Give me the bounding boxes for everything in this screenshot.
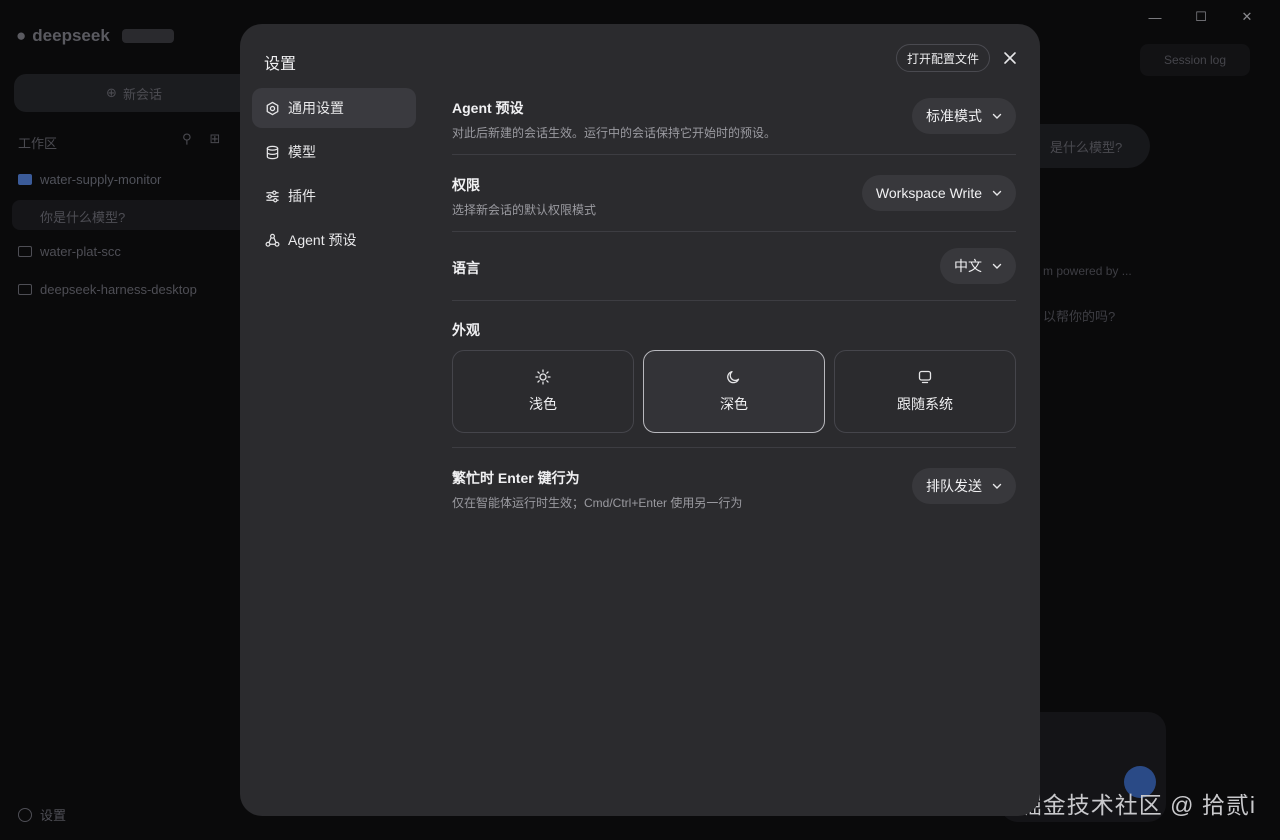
chevron-down-icon bbox=[992, 188, 1002, 198]
close-icon[interactable] bbox=[1000, 48, 1020, 68]
busy-enter-dropdown[interactable]: 排队发送 bbox=[912, 468, 1016, 504]
session-log-button[interactable]: Session log bbox=[1140, 44, 1250, 76]
workspace-item[interactable]: deepseek-harness-desktop bbox=[18, 282, 197, 297]
background-sidebar: ● deepseek ⊕ 新会话 工作区 ⚲ ⊞ water-supply-mo… bbox=[0, 0, 254, 840]
theme-option-system[interactable]: 跟随系统 bbox=[834, 350, 1016, 433]
plus-icon: ⊕ bbox=[106, 85, 117, 100]
sidebar-settings-button[interactable]: 设置 bbox=[18, 805, 66, 824]
setting-agent-preset: Agent 预设 对此后新建的会话生效。运行中的会话保持它开始时的预设。 标准模… bbox=[452, 88, 1016, 155]
maximize-icon[interactable]: ☐ bbox=[1178, 6, 1224, 28]
settings-modal: 设置 打开配置文件 通用设置 模型 插件 Agent 预设 Agent 预设 对… bbox=[240, 24, 1040, 816]
theme-options: 浅色 深色 跟随系统 bbox=[452, 350, 1016, 433]
agent-preset-dropdown[interactable]: 标准模式 bbox=[912, 98, 1016, 134]
settings-content: Agent 预设 对此后新建的会话生效。运行中的会话保持它开始时的预设。 标准模… bbox=[452, 88, 1016, 528]
nav-item-agent-preset[interactable]: Agent 预设 bbox=[252, 220, 416, 260]
chevron-down-icon bbox=[992, 111, 1002, 121]
folder-icon bbox=[18, 246, 32, 257]
nav-item-plugins[interactable]: 插件 bbox=[252, 176, 416, 216]
gear-icon bbox=[264, 100, 280, 116]
open-config-button[interactable]: 打开配置文件 bbox=[896, 44, 991, 72]
workspace-section-label: 工作区 bbox=[18, 136, 58, 151]
nav-item-model[interactable]: 模型 bbox=[252, 132, 416, 172]
permission-dropdown[interactable]: Workspace Write bbox=[861, 175, 1016, 211]
folder-icon bbox=[18, 174, 32, 185]
thread-item[interactable]: 你是什么模型? bbox=[12, 200, 248, 230]
add-folder-icon[interactable]: ⊞ bbox=[210, 131, 221, 147]
workspace-item[interactable]: water-plat-scc bbox=[18, 244, 121, 259]
settings-nav: 通用设置 模型 插件 Agent 预设 bbox=[252, 88, 416, 264]
sun-icon bbox=[535, 369, 551, 388]
setting-language: 语言 中文 bbox=[452, 232, 1016, 301]
close-window-icon[interactable]: ✕ bbox=[1224, 6, 1270, 28]
chevron-down-icon bbox=[992, 261, 1002, 271]
settings-icon bbox=[18, 807, 32, 822]
window-controls: — ☐ ✕ bbox=[1132, 6, 1270, 28]
whale-icon: ● bbox=[16, 26, 27, 45]
new-chat-button[interactable]: ⊕ 新会话 bbox=[14, 74, 254, 112]
theme-option-dark[interactable]: 深色 bbox=[643, 350, 825, 433]
version-badge bbox=[121, 29, 174, 43]
setting-busy-enter: 繁忙时 Enter 键行为 仅在智能体运行时生效；Cmd/Ctrl+Enter … bbox=[452, 448, 1016, 528]
workspace-item[interactable]: water-supply-monitor bbox=[18, 172, 161, 187]
language-dropdown[interactable]: 中文 bbox=[940, 248, 1016, 284]
sliders-icon bbox=[264, 188, 280, 204]
search-icon[interactable]: ⚲ bbox=[182, 131, 192, 147]
database-icon bbox=[264, 144, 280, 160]
agent-icon bbox=[264, 232, 280, 248]
moon-icon bbox=[726, 369, 742, 388]
setting-permission: 权限 选择新会话的默认权限模式 Workspace Write bbox=[452, 155, 1016, 232]
setting-appearance: 外观 浅色 深色 跟随系统 bbox=[452, 301, 1016, 448]
monitor-icon bbox=[917, 369, 933, 388]
setting-title: 外观 bbox=[452, 322, 480, 338]
modal-title: 设置 bbox=[264, 56, 297, 73]
theme-option-light[interactable]: 浅色 bbox=[452, 350, 634, 433]
nav-item-general[interactable]: 通用设置 bbox=[252, 88, 416, 128]
assistant-text: 以帮你的吗? bbox=[1043, 309, 1116, 324]
minimize-icon[interactable]: — bbox=[1132, 6, 1178, 28]
chevron-down-icon bbox=[992, 481, 1002, 491]
assistant-text: m powered by ... bbox=[1043, 264, 1132, 278]
watermark: 掘金技术社区 @ 拾贰i bbox=[1018, 792, 1256, 818]
folder-icon bbox=[18, 284, 32, 295]
setting-title: 语言 bbox=[452, 260, 480, 276]
app-logo: ● deepseek bbox=[16, 26, 174, 46]
section-icons: ⚲ ⊞ bbox=[182, 131, 220, 147]
logo-text: deepseek bbox=[32, 26, 110, 45]
